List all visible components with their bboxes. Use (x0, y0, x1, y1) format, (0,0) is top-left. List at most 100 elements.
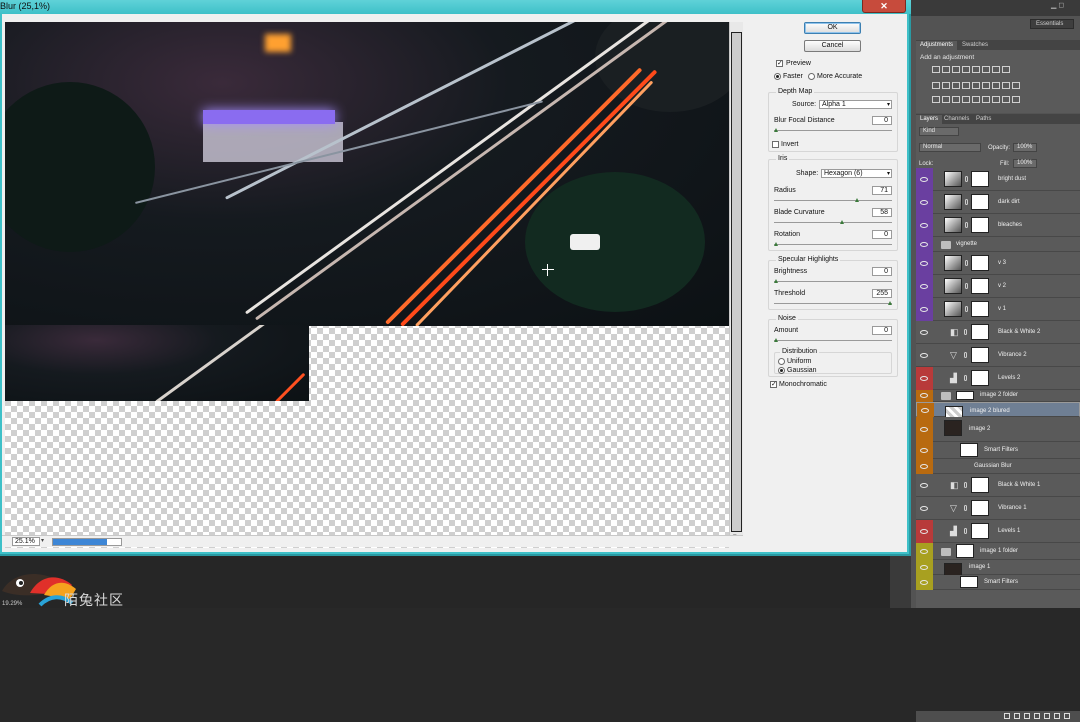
layer-thumb[interactable] (944, 278, 962, 294)
link-icon[interactable] (964, 352, 967, 358)
link-icon[interactable] (965, 222, 968, 228)
more-accurate-radio[interactable] (808, 73, 815, 80)
layer-row[interactable]: Gaussian Blur (916, 459, 1080, 474)
threshold-slider[interactable] (774, 301, 892, 305)
scroll-thumb[interactable] (731, 32, 742, 532)
eye-icon[interactable] (920, 564, 928, 570)
panel-action-icon[interactable] (1004, 713, 1010, 719)
window-controls[interactable]: ▁ ◻ (1051, 1, 1064, 9)
monochromatic-checkbox[interactable]: ✓ (770, 381, 777, 388)
eye-icon[interactable] (920, 375, 928, 381)
ok-button[interactable]: OK (804, 22, 861, 34)
eye-icon[interactable] (920, 329, 928, 335)
slider-knob[interactable] (774, 128, 778, 132)
layer-row[interactable]: image 1 folder (916, 543, 1080, 560)
layer-thumb[interactable] (944, 171, 962, 187)
layer-thumb[interactable] (944, 255, 962, 271)
document-scrollbar[interactable] (890, 556, 911, 608)
link-icon[interactable] (965, 176, 968, 182)
gaussian-radio[interactable] (778, 367, 785, 374)
adjustment-icon[interactable] (932, 82, 940, 89)
tab-paths[interactable]: Paths (972, 115, 995, 124)
eye-icon[interactable] (920, 548, 928, 554)
eye-icon[interactable] (920, 222, 928, 228)
layer-row[interactable]: v 3 (916, 252, 1080, 275)
adjustment-icon[interactable] (952, 82, 960, 89)
adjustment-icon[interactable] (962, 82, 970, 89)
shape-select[interactable]: Hexagon (6) ▾ (821, 169, 892, 178)
layer-mask-thumb[interactable] (971, 324, 989, 340)
layer-mask-thumb[interactable] (956, 391, 974, 400)
adjustment-icon[interactable] (992, 66, 1000, 73)
layer-row[interactable]: image 2 folder (916, 390, 1080, 402)
panel-action-icon[interactable] (1014, 713, 1020, 719)
layer-filter-kind[interactable]: Kind (919, 127, 959, 136)
source-select[interactable]: Alpha 1 ▾ (819, 100, 892, 109)
panel-action-icon[interactable] (1024, 713, 1030, 719)
adjustment-icon[interactable] (962, 66, 970, 73)
eye-icon[interactable] (920, 426, 928, 432)
link-icon[interactable] (965, 199, 968, 205)
adjustment-icon[interactable] (932, 66, 940, 73)
adjustment-icon[interactable] (942, 82, 950, 89)
layer-row[interactable]: Smart Filters (916, 575, 1080, 590)
adjustment-icon[interactable] (1012, 96, 1020, 103)
document-zoom[interactable]: 19.29% (2, 601, 22, 607)
layer-row[interactable]: ▽ Vibrance 1 (916, 497, 1080, 520)
adjustment-icon[interactable] (982, 82, 990, 89)
link-icon[interactable] (964, 329, 967, 335)
dialog-title-bar[interactable]: Blur (25,1%) ✕ (0, 0, 911, 14)
layer-mask-thumb[interactable] (971, 500, 989, 516)
panel-action-icon[interactable] (1054, 713, 1060, 719)
layer-row[interactable]: vignette (916, 237, 1080, 252)
workspace-switcher[interactable]: Essentials (1030, 19, 1074, 29)
slider-knob[interactable] (774, 338, 778, 342)
adjustment-icon[interactable] (1002, 66, 1010, 73)
layer-mask-thumb[interactable] (971, 171, 989, 187)
radius-input[interactable]: 71 (872, 186, 892, 195)
adjustment-icon[interactable] (972, 82, 980, 89)
slider-knob[interactable] (840, 220, 845, 224)
eye-icon[interactable] (920, 241, 928, 247)
layer-thumb[interactable] (944, 420, 962, 436)
opacity-input[interactable]: 100% (1013, 143, 1037, 152)
slider-knob[interactable] (854, 198, 859, 202)
link-icon[interactable] (964, 482, 967, 488)
layer-mask-thumb[interactable] (971, 477, 989, 493)
adjustment-icon[interactable] (1002, 96, 1010, 103)
blur-focal-input[interactable]: 0 (872, 116, 892, 125)
cancel-button[interactable]: Cancel (804, 40, 861, 52)
eye-icon[interactable] (920, 176, 928, 182)
blade-curvature-input[interactable]: 58 (872, 208, 892, 217)
smart-filter-thumb[interactable] (960, 576, 978, 588)
layer-row[interactable]: image 2 blured (916, 402, 1080, 422)
layer-row[interactable]: bright dust (916, 168, 1080, 191)
eye-icon[interactable] (920, 199, 928, 205)
eye-icon[interactable] (920, 260, 928, 266)
layer-row[interactable]: ▽ Vibrance 2 (916, 344, 1080, 367)
uniform-radio[interactable] (778, 358, 785, 365)
adjustment-icon[interactable] (982, 96, 990, 103)
adjustment-icon[interactable] (992, 96, 1000, 103)
fill-input[interactable]: 100% (1013, 159, 1037, 168)
adjustment-icon[interactable] (942, 66, 950, 73)
link-icon[interactable] (965, 260, 968, 266)
panel-action-icon[interactable] (1034, 713, 1040, 719)
link-icon[interactable] (965, 306, 968, 312)
zoom-dropdown-icon[interactable]: ▾ (41, 537, 49, 546)
layer-row[interactable]: ▟ Levels 1 (916, 520, 1080, 543)
adjustment-icon[interactable] (982, 66, 990, 73)
eye-icon[interactable] (920, 306, 928, 312)
panel-action-icon[interactable] (1064, 713, 1070, 719)
preview-canvas[interactable] (5, 22, 729, 548)
layer-row[interactable]: ▟ Levels 2 (916, 367, 1080, 390)
eye-icon[interactable] (921, 407, 929, 413)
adjustment-icon[interactable] (952, 66, 960, 73)
tab-swatches[interactable]: Swatches (958, 41, 992, 50)
slider-knob[interactable] (774, 242, 778, 246)
dialog-close-button[interactable]: ✕ (862, 0, 906, 13)
link-icon[interactable] (964, 505, 967, 511)
layer-mask-thumb[interactable] (971, 255, 989, 271)
blade-curvature-slider[interactable] (774, 220, 892, 224)
link-icon[interactable] (964, 528, 967, 534)
